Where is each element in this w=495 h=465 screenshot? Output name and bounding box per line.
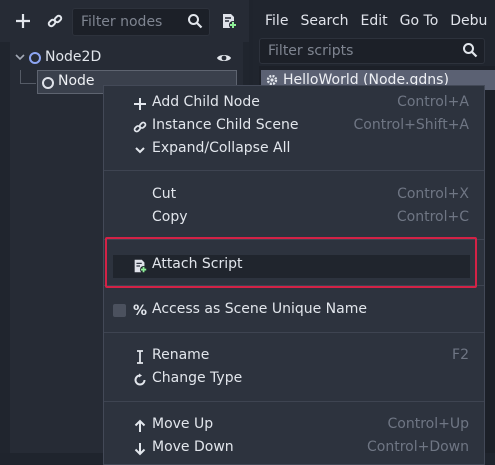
node2d-icon bbox=[29, 52, 41, 64]
attach-script-icon[interactable] bbox=[216, 8, 242, 34]
arrow-up-icon bbox=[131, 417, 149, 435]
menu-separator bbox=[104, 401, 484, 402]
menu-item-label: Cut bbox=[152, 186, 177, 202]
menu-item-copy[interactable]: Copy Control+C bbox=[104, 208, 484, 230]
link-icon bbox=[131, 118, 149, 136]
plus-icon[interactable] bbox=[10, 8, 36, 34]
menu-goto[interactable]: Go To bbox=[394, 13, 445, 29]
menu-item-shortcut: F2 bbox=[452, 347, 469, 363]
menu-item-shortcut: Control+Shift+A bbox=[353, 117, 469, 133]
menu-item-add-child-node[interactable]: Add Child Node Control+A bbox=[104, 93, 484, 115]
menu-item-rename[interactable]: Rename F2 bbox=[104, 346, 484, 368]
search-icon bbox=[462, 42, 478, 62]
search-icon bbox=[187, 13, 203, 33]
menu-item-label: Access as Scene Unique Name bbox=[152, 301, 367, 317]
highlight-annotation-box bbox=[105, 237, 477, 288]
menu-item-label: Copy bbox=[152, 209, 188, 225]
menu-item-access-unique-name[interactable]: % Access as Scene Unique Name bbox=[104, 300, 484, 322]
menu-item-move-up[interactable]: Move Up Control+Up bbox=[104, 415, 484, 437]
eye-icon[interactable] bbox=[216, 50, 232, 70]
menu-item-move-down[interactable]: Move Down Control+Down bbox=[104, 438, 484, 460]
menu-item-label: Expand/Collapse All bbox=[152, 140, 291, 156]
menu-item-expand-collapse-all[interactable]: Expand/Collapse All bbox=[104, 139, 484, 161]
menu-separator bbox=[104, 170, 484, 171]
chevron-down-icon[interactable] bbox=[14, 50, 26, 68]
menu-debug[interactable]: Debu bbox=[444, 13, 493, 29]
percent-icon: % bbox=[132, 303, 148, 319]
menu-separator bbox=[104, 332, 484, 333]
menu-item-shortcut: Control+Up bbox=[387, 416, 469, 432]
script-menubar: File Search Edit Go To Debu bbox=[253, 0, 495, 42]
link-icon[interactable] bbox=[42, 8, 68, 34]
menu-item-shortcut: Control+A bbox=[397, 94, 469, 110]
arrow-down-icon bbox=[131, 440, 149, 458]
change-type-icon bbox=[131, 371, 149, 389]
menu-item-label: Move Up bbox=[152, 416, 214, 432]
filter-scripts-field[interactable] bbox=[259, 38, 485, 64]
menu-search[interactable]: Search bbox=[294, 13, 354, 29]
scene-toolbar bbox=[0, 0, 249, 42]
menu-item-shortcut: Control+X bbox=[397, 186, 469, 202]
tree-item-label: Node2D bbox=[45, 49, 102, 65]
checkbox[interactable] bbox=[113, 304, 126, 317]
node-icon bbox=[42, 77, 54, 89]
menu-item-cut[interactable]: Cut Control+X bbox=[104, 185, 484, 207]
menu-file[interactable]: File bbox=[253, 13, 294, 29]
filter-nodes-input[interactable] bbox=[79, 12, 183, 32]
filter-scripts-input[interactable] bbox=[266, 41, 460, 61]
tree-item-label: Node bbox=[58, 73, 95, 89]
menu-item-label: Add Child Node bbox=[152, 94, 260, 110]
rename-icon bbox=[131, 348, 149, 366]
menu-item-label: Change Type bbox=[152, 370, 243, 386]
plus-icon bbox=[131, 95, 149, 113]
menu-item-label: Rename bbox=[152, 347, 210, 363]
tree-connector bbox=[20, 70, 21, 84]
menu-edit[interactable]: Edit bbox=[355, 13, 394, 29]
chevron-down-icon bbox=[131, 141, 149, 159]
menu-item-shortcut: Control+C bbox=[396, 209, 469, 225]
filter-nodes-field[interactable] bbox=[72, 8, 210, 36]
menu-item-change-type[interactable]: Change Type bbox=[104, 369, 484, 391]
tree-item-node2d[interactable]: Node2D bbox=[10, 46, 243, 70]
menu-item-instance-child-scene[interactable]: Instance Child Scene Control+Shift+A bbox=[104, 116, 484, 138]
menu-item-label: Instance Child Scene bbox=[152, 117, 299, 133]
tree-connector bbox=[20, 83, 36, 84]
